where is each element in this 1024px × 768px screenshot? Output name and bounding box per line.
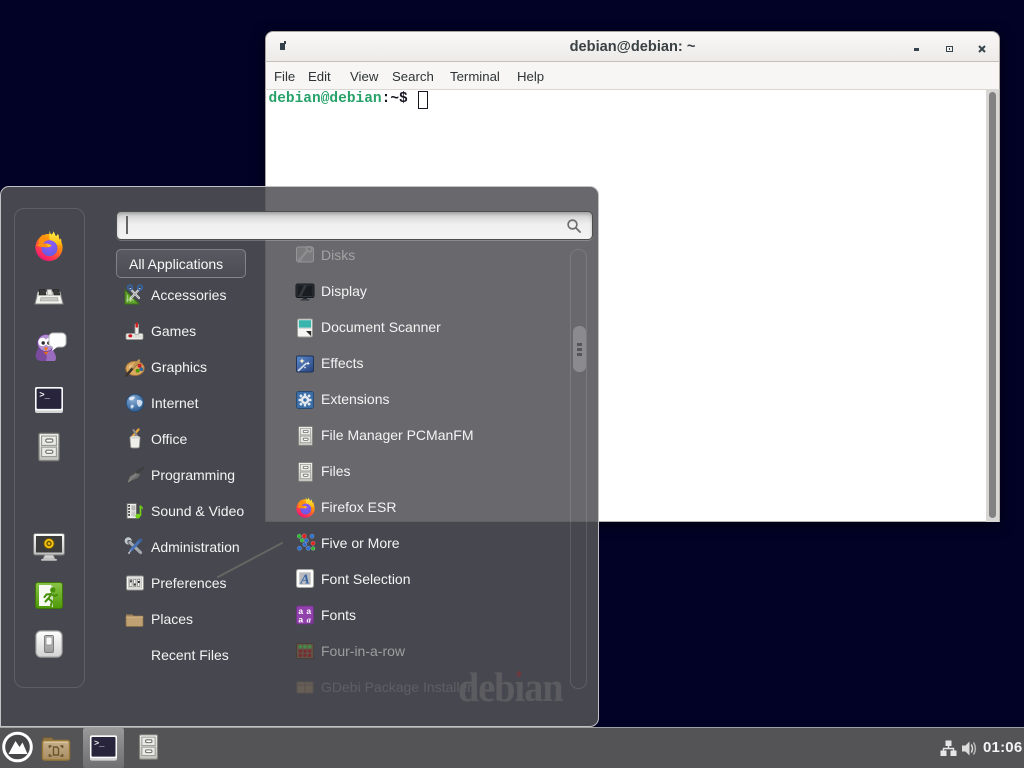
svg-text:a: a (298, 615, 303, 625)
svg-text:a: a (307, 615, 312, 625)
svg-text:>_: >_ (94, 739, 105, 749)
svg-text:>_: >_ (39, 391, 50, 401)
svg-text:A: A (299, 573, 309, 588)
